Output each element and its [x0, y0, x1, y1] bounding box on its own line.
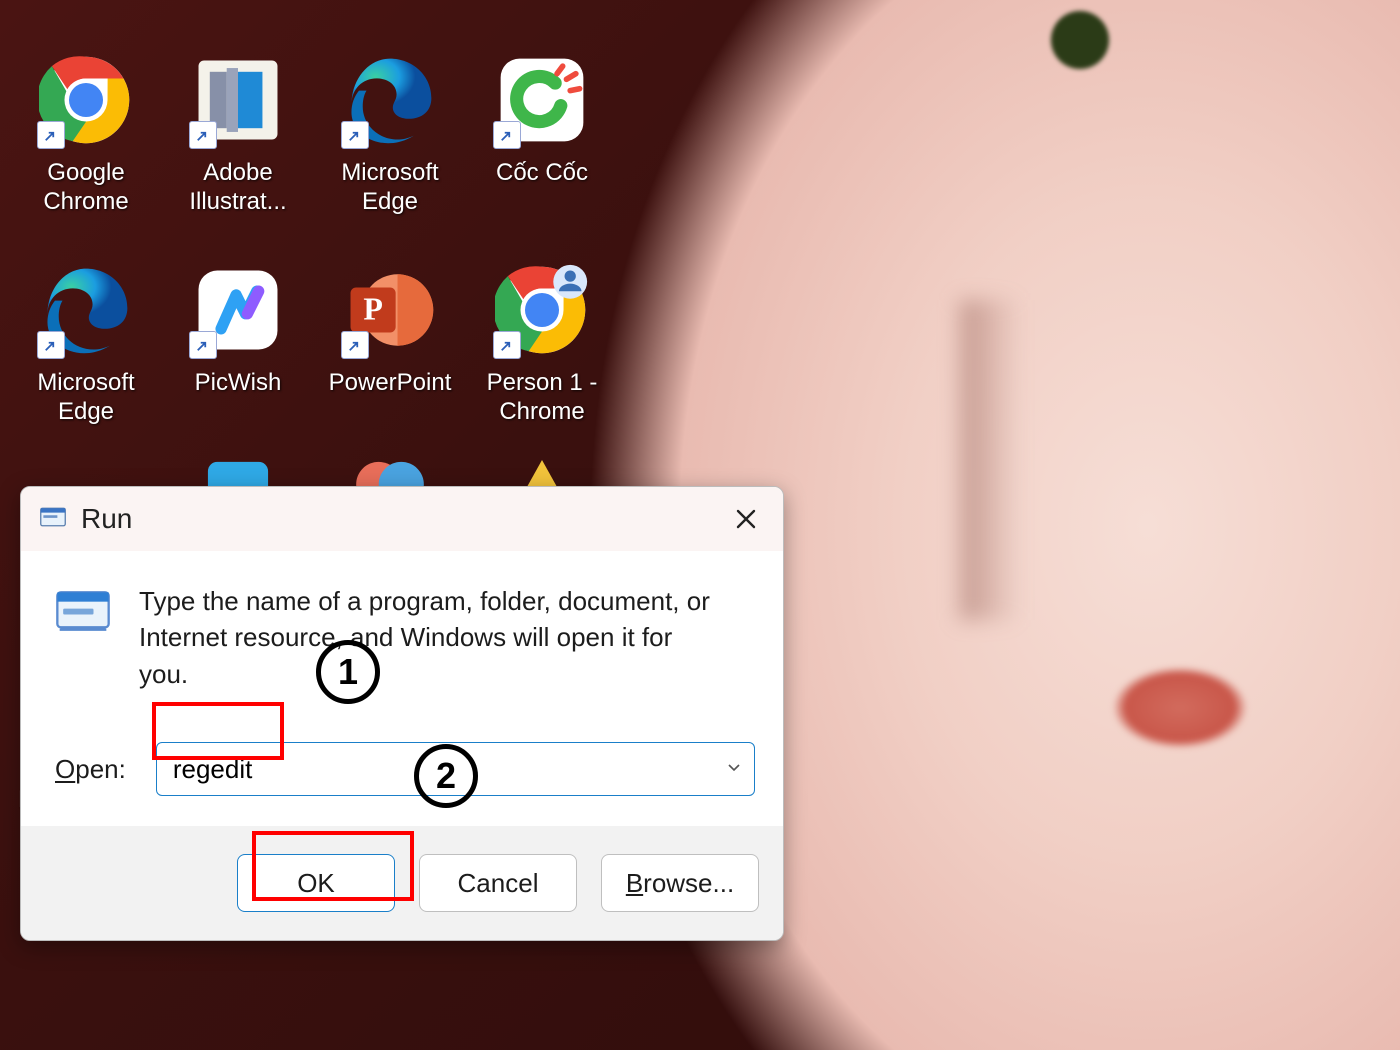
run-body-icon	[55, 583, 111, 644]
chevron-down-icon	[724, 754, 744, 785]
ok-button[interactable]: OK	[237, 854, 395, 912]
shortcut-badge-icon	[341, 331, 369, 359]
run-title: Run	[81, 503, 132, 535]
edge-icon	[34, 258, 138, 362]
coccoc-icon	[490, 48, 594, 152]
shortcut-badge-icon	[493, 121, 521, 149]
browse-button-label: Browse...	[626, 868, 734, 899]
shortcut-badge-icon	[189, 331, 217, 359]
desktop-icon-microsoft-edge[interactable]: Microsoft Edge	[314, 40, 466, 250]
desktop-icon-google-chrome[interactable]: Google Chrome	[10, 40, 162, 250]
open-combobox[interactable]: regedit	[156, 742, 755, 796]
illustrator-icon	[186, 48, 290, 152]
cancel-button[interactable]: Cancel	[419, 854, 577, 912]
desktop-icon-microsoft-edge-alt[interactable]: Microsoft Edge	[10, 250, 162, 460]
close-button[interactable]	[723, 496, 769, 542]
desktop-icon-adobe-illustrator[interactable]: Adobe Illustrat...	[162, 40, 314, 250]
shortcut-badge-icon	[37, 121, 65, 149]
close-icon	[734, 507, 758, 531]
svg-text:P: P	[363, 291, 383, 326]
desktop-icon-label: Microsoft Edge	[16, 368, 156, 427]
picwish-icon	[186, 258, 290, 362]
run-dialog: Run Type the name of a program, folder, …	[20, 486, 784, 941]
open-input-value: regedit	[173, 754, 253, 785]
desktop-icon-label: Google Chrome	[16, 158, 156, 217]
desktop-icon-picwish[interactable]: PicWish	[162, 250, 314, 460]
desktop-icon-label: Microsoft Edge	[320, 158, 460, 217]
run-titlebar[interactable]: Run	[21, 487, 783, 551]
desktop-icon-coc-coc[interactable]: Cốc Cốc	[466, 40, 618, 250]
shortcut-badge-icon	[189, 121, 217, 149]
open-label: Open:	[55, 754, 126, 785]
cancel-button-label: Cancel	[458, 868, 539, 899]
desktop-icon-label: Person 1 - Chrome	[472, 368, 612, 427]
desktop-icon-label: PowerPoint	[329, 368, 452, 397]
run-description: Type the name of a program, folder, docu…	[139, 583, 719, 692]
desktop-icon-powerpoint[interactable]: P PowerPoint	[314, 250, 466, 460]
shortcut-badge-icon	[341, 121, 369, 149]
desktop-icon-label: Cốc Cốc	[496, 158, 588, 187]
run-footer: OK Cancel Browse...	[21, 826, 783, 940]
desktop-icon-person1-chrome[interactable]: Person 1 - Chrome	[466, 250, 618, 460]
browse-button[interactable]: Browse...	[601, 854, 759, 912]
powerpoint-icon: P	[338, 258, 442, 362]
desktop-icon-label: Adobe Illustrat...	[168, 158, 308, 217]
chrome-icon	[34, 48, 138, 152]
desktop-icon-label: PicWish	[195, 368, 282, 397]
ok-button-label: OK	[297, 868, 335, 899]
shortcut-badge-icon	[493, 331, 521, 359]
chrome-profile-icon	[490, 258, 594, 362]
run-app-icon	[39, 503, 67, 536]
edge-icon	[338, 48, 442, 152]
shortcut-badge-icon	[37, 331, 65, 359]
